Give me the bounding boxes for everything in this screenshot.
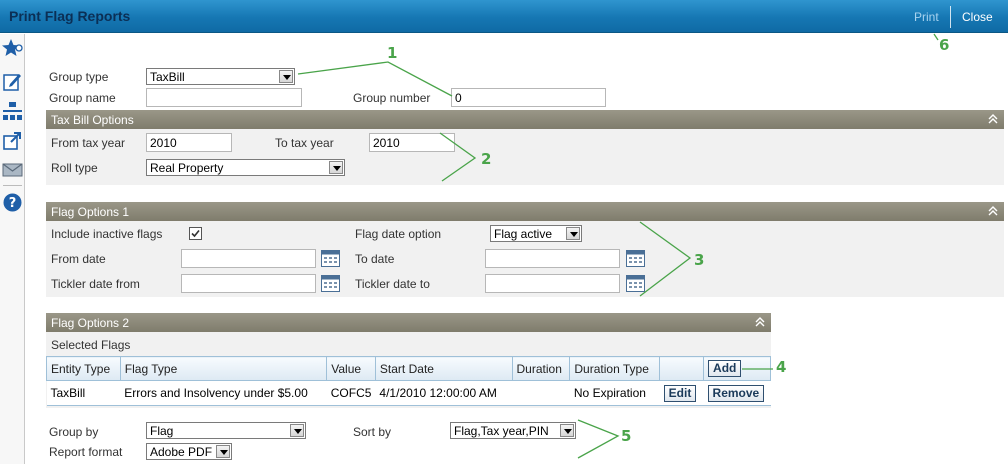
annotation-4: 4: [776, 358, 787, 376]
annotation-1: 1: [387, 44, 398, 62]
annotation-2: 2: [481, 150, 492, 168]
annotation-lines: [297, 33, 939, 459]
annotation-5: 5: [621, 427, 632, 445]
annotation-3: 3: [694, 251, 705, 269]
annotation-6: 6: [939, 36, 950, 54]
